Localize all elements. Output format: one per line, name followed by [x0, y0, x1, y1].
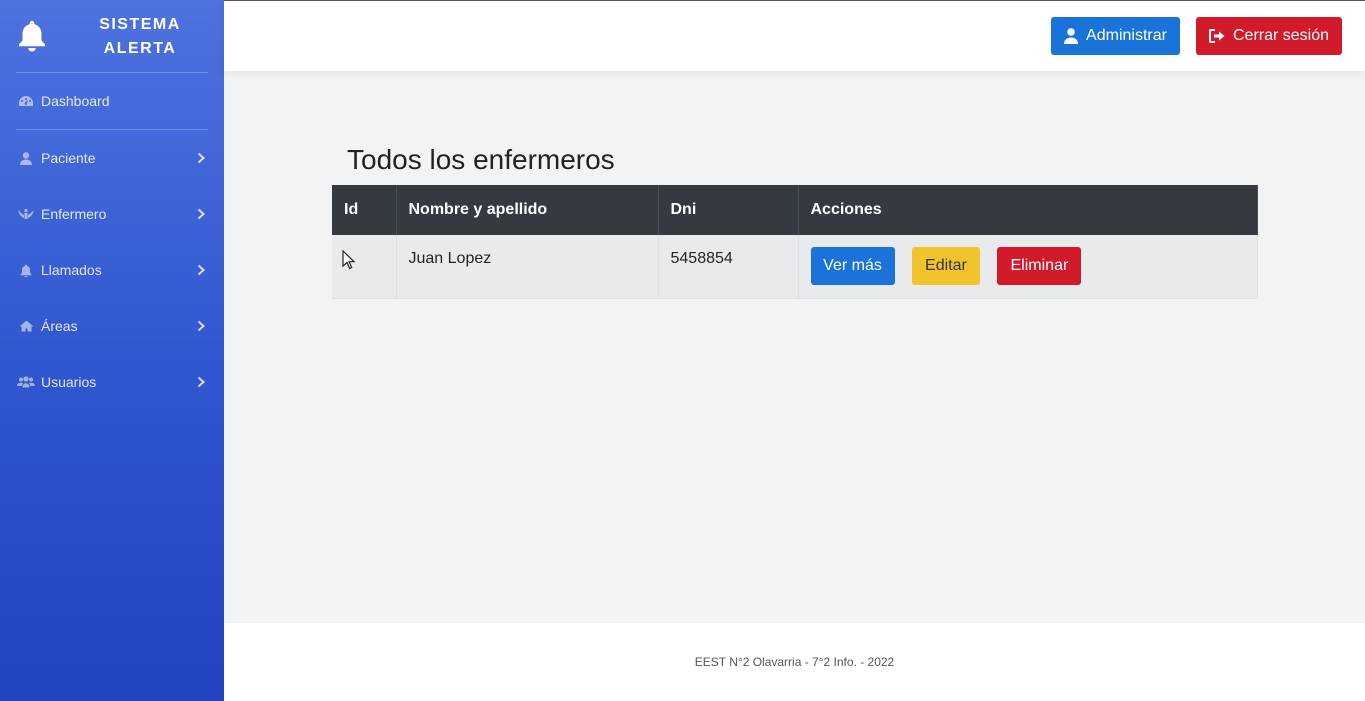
bell-icon: [17, 263, 35, 277]
mouse-cursor-icon: [342, 250, 356, 270]
column-header-actions: Acciones: [798, 185, 1258, 235]
nurses-table: Id Nombre y apellido Dni Acciones Juan L…: [332, 185, 1258, 299]
delete-button[interactable]: Eliminar: [997, 247, 1082, 285]
cell-actions: Ver más Editar Eliminar: [798, 235, 1258, 299]
brand-title: SISTEMA ALERTA: [56, 13, 224, 61]
sidebar-item-llamados[interactable]: Llamados: [0, 242, 224, 298]
cell-name: Juan Lopez: [396, 235, 659, 299]
sidebar-item-dashboard[interactable]: Dashboard: [0, 73, 224, 129]
edit-button[interactable]: Editar: [911, 247, 980, 285]
brand[interactable]: SISTEMA ALERTA: [0, 0, 224, 72]
sidebar-item-enfermero[interactable]: Enfermero: [0, 186, 224, 242]
column-header-id: Id: [332, 185, 397, 235]
brand-line-2: ALERTA: [103, 40, 177, 57]
column-header-dni: Dni: [658, 185, 799, 235]
sidebar-item-label: Enfermero: [41, 206, 107, 222]
dashboard-icon: [17, 94, 35, 108]
sidebar: SISTEMA ALERTA Dashboard Paciente Enferm…: [0, 0, 224, 701]
brand-line-1: SISTEMA: [99, 16, 181, 33]
sidebar-item-label: Áreas: [41, 318, 78, 334]
nurse-icon: [17, 207, 35, 221]
view-more-button[interactable]: Ver más: [810, 247, 895, 285]
chevron-right-icon: [197, 376, 205, 388]
sidebar-item-label: Dashboard: [41, 93, 110, 109]
sidebar-item-areas[interactable]: Áreas: [0, 298, 224, 354]
table-row: Juan Lopez 5458854 Ver más Editar Elimin…: [332, 235, 1258, 299]
user-icon: [17, 151, 35, 165]
footer: EEST N°2 Olavarria - 7°2 Info. - 2022: [224, 623, 1365, 701]
user-icon: [1064, 28, 1079, 44]
column-header-name: Nombre y apellido: [396, 185, 659, 235]
topbar: Administrar Cerrar sesión: [224, 0, 1365, 71]
cell-dni: 5458854: [658, 235, 799, 299]
sign-out-icon: [1208, 29, 1225, 43]
chevron-right-icon: [197, 208, 205, 220]
admin-button[interactable]: Administrar: [1051, 17, 1180, 55]
sidebar-item-label: Llamados: [41, 262, 102, 278]
chevron-right-icon: [197, 264, 205, 276]
sidebar-item-paciente[interactable]: Paciente: [0, 130, 224, 186]
sidebar-item-label: Usuarios: [41, 374, 97, 390]
admin-button-label: Administrar: [1086, 27, 1167, 44]
footer-text: EEST N°2 Olavarria - 7°2 Info. - 2022: [694, 655, 895, 669]
home-icon: [17, 319, 35, 333]
logout-button-label: Cerrar sesión: [1232, 27, 1330, 44]
chevron-right-icon: [197, 152, 205, 164]
logout-button[interactable]: Cerrar sesión: [1196, 17, 1342, 55]
sidebar-item-usuarios[interactable]: Usuarios: [0, 354, 224, 410]
chevron-right-icon: [197, 320, 205, 332]
bell-icon: [19, 21, 45, 52]
users-icon: [17, 375, 35, 389]
page-title: Todos los enfermeros: [347, 144, 615, 175]
table-header-row: Id Nombre y apellido Dni Acciones: [332, 185, 1258, 235]
sidebar-item-label: Paciente: [41, 150, 96, 166]
